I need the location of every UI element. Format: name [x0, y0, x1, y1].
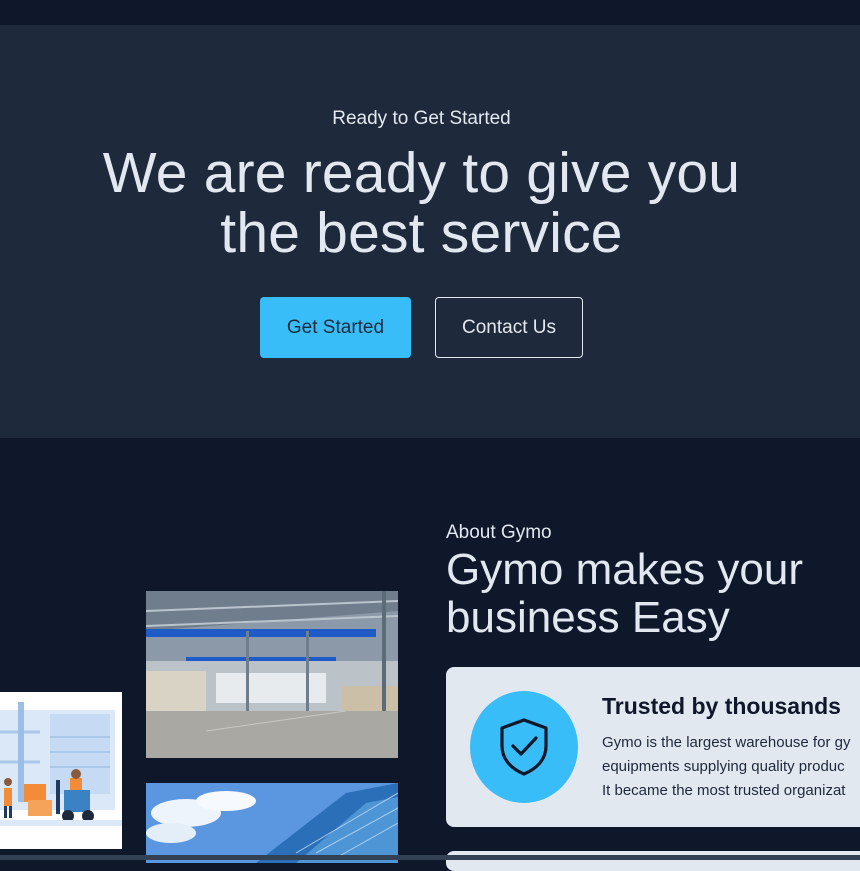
trusted-card: Trusted by thousands Gymo is the largest…: [446, 667, 860, 827]
contact-us-button[interactable]: Contact Us: [435, 297, 583, 358]
bottom-strip: [0, 855, 860, 860]
card-text-line-2: equipments supplying quality produc: [602, 758, 845, 775]
hero-eyebrow: Ready to Get Started: [332, 108, 511, 129]
about-section: About Gymo Gymo makes your business Easy: [0, 438, 860, 871]
next-card-edge: [446, 851, 860, 871]
card-text-line-1: Gymo is the largest warehouse for gy: [602, 734, 851, 751]
about-title: Gymo makes your business Easy: [446, 546, 860, 642]
warehouse-illustration: [0, 692, 122, 849]
warehouse-photo: [146, 591, 398, 758]
about-eyebrow: About Gymo: [446, 522, 552, 543]
hero-title-line-1: We are ready to give you: [102, 141, 741, 205]
card-title: Trusted by thousands: [602, 693, 841, 719]
get-started-button[interactable]: Get Started: [260, 297, 411, 358]
shield-check-icon: [470, 691, 578, 803]
top-bar: [0, 0, 860, 25]
card-description: Gymo is the largest warehouse for gy equ…: [602, 731, 860, 803]
about-title-line-2: business Easy: [446, 593, 730, 642]
hero-title: We are ready to give you the best servic…: [0, 143, 843, 263]
cta-hero-section: Ready to Get Started We are ready to giv…: [0, 25, 860, 438]
hero-title-line-2: the best service: [220, 201, 623, 265]
building-photo: [146, 783, 398, 863]
card-text-line-3: It became the most trusted organizat: [602, 782, 846, 799]
about-title-line-1: Gymo makes your: [446, 545, 803, 594]
